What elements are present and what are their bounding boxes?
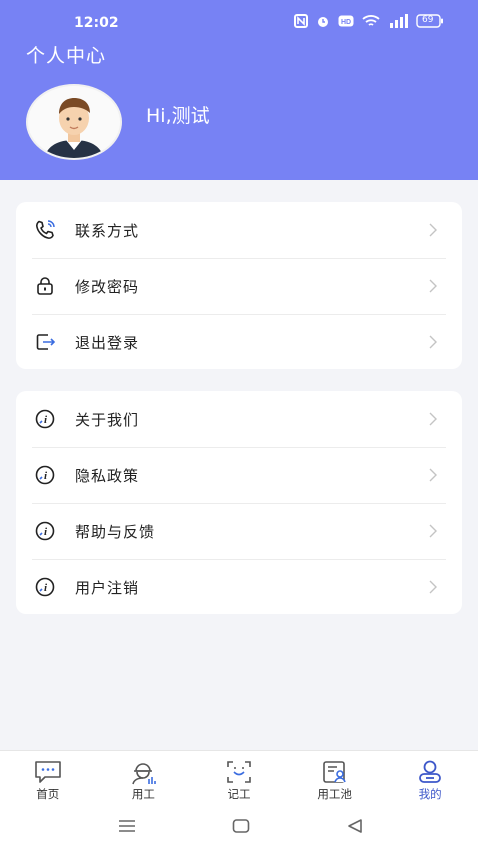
menu-item-cancel-account[interactable]: i 用户注销 (16, 559, 462, 615)
tab-label: 我的 (418, 787, 442, 801)
lock-icon (34, 275, 56, 297)
tab-labor-pool[interactable]: 用工池 (287, 751, 383, 805)
back-icon[interactable] (346, 818, 364, 838)
status-icons: HD 69 (294, 14, 444, 32)
bottom-tab-bar: 首页 用工 记工 用工池 我的 (0, 750, 478, 805)
menu-item-label: 联系方式 (75, 221, 140, 240)
svg-text:i: i (44, 526, 48, 538)
page-title: 个人中心 (26, 45, 107, 67)
menu-item-label: 修改密码 (75, 277, 140, 296)
chevron-right-icon (428, 222, 438, 237)
svg-text:i: i (44, 470, 48, 482)
tab-label: 用工池 (317, 787, 352, 801)
tab-home[interactable]: 首页 (0, 751, 96, 805)
info-icon: i (34, 408, 56, 430)
menu-item-label: 隐私政策 (75, 466, 140, 485)
menu-item-label: 关于我们 (75, 410, 140, 429)
chevron-right-icon (428, 334, 438, 349)
pool-icon (322, 761, 346, 783)
avatar[interactable] (26, 84, 122, 160)
tab-employment[interactable]: 用工 (96, 751, 192, 805)
phone-icon (34, 219, 56, 241)
info-icon: i (34, 464, 56, 486)
chevron-right-icon (428, 411, 438, 426)
svg-text:i: i (44, 414, 48, 426)
menu-item-logout[interactable]: 退出登录 (16, 314, 462, 370)
alarm-icon (316, 14, 330, 32)
message-icon (34, 761, 61, 783)
tab-label: 首页 (36, 787, 60, 801)
chevron-right-icon (428, 523, 438, 538)
status-bar: 12:02 HD 69 (0, 0, 478, 44)
profile-header: 12:02 HD 69 个人中心 Hi,测试 (0, 0, 478, 180)
menu-card-info: i 关于我们 i 隐私政策 i 帮助与反馈 i 用户注销 (16, 391, 462, 614)
menu-card-account: 联系方式 修改密码 退出登录 (16, 202, 462, 369)
status-time: 12:02 (74, 15, 119, 31)
menu-item-contact[interactable]: 联系方式 (16, 202, 462, 258)
home-button-icon[interactable] (232, 818, 250, 838)
profile-icon (419, 760, 442, 783)
battery-level: 69 (422, 15, 434, 25)
svg-text:i: i (44, 582, 48, 594)
battery-icon: 69 (416, 14, 444, 32)
menu-icon[interactable] (118, 818, 136, 838)
system-navigation-bar (0, 804, 478, 850)
menu-item-change-password[interactable]: 修改密码 (16, 258, 462, 314)
tab-label: 记工 (227, 787, 251, 801)
menu-item-label: 退出登录 (75, 333, 140, 352)
svg-text:HD: HD (341, 19, 351, 26)
menu-item-privacy-policy[interactable]: i 隐私政策 (16, 447, 462, 503)
menu-item-help-feedback[interactable]: i 帮助与反馈 (16, 503, 462, 559)
logout-icon (34, 331, 56, 353)
chevron-right-icon (428, 579, 438, 594)
signal-icon (388, 14, 408, 32)
tab-mine[interactable]: 我的 (382, 751, 478, 805)
info-icon: i (34, 520, 56, 542)
menu-item-label: 帮助与反馈 (75, 522, 156, 541)
menu-item-about-us[interactable]: i 关于我们 (16, 391, 462, 447)
tab-record-work[interactable]: 记工 (191, 751, 287, 805)
scan-icon (227, 761, 251, 783)
tab-label: 用工 (131, 787, 155, 801)
hd-icon: HD (338, 15, 354, 31)
info-icon: i (34, 576, 56, 598)
menu-item-label: 用户注销 (75, 578, 140, 597)
wifi-icon (362, 14, 380, 32)
user-greeting: Hi,测试 (146, 105, 210, 127)
chevron-right-icon (428, 278, 438, 293)
chevron-right-icon (428, 467, 438, 482)
worker-icon (132, 763, 157, 785)
nfc-icon (294, 14, 308, 32)
